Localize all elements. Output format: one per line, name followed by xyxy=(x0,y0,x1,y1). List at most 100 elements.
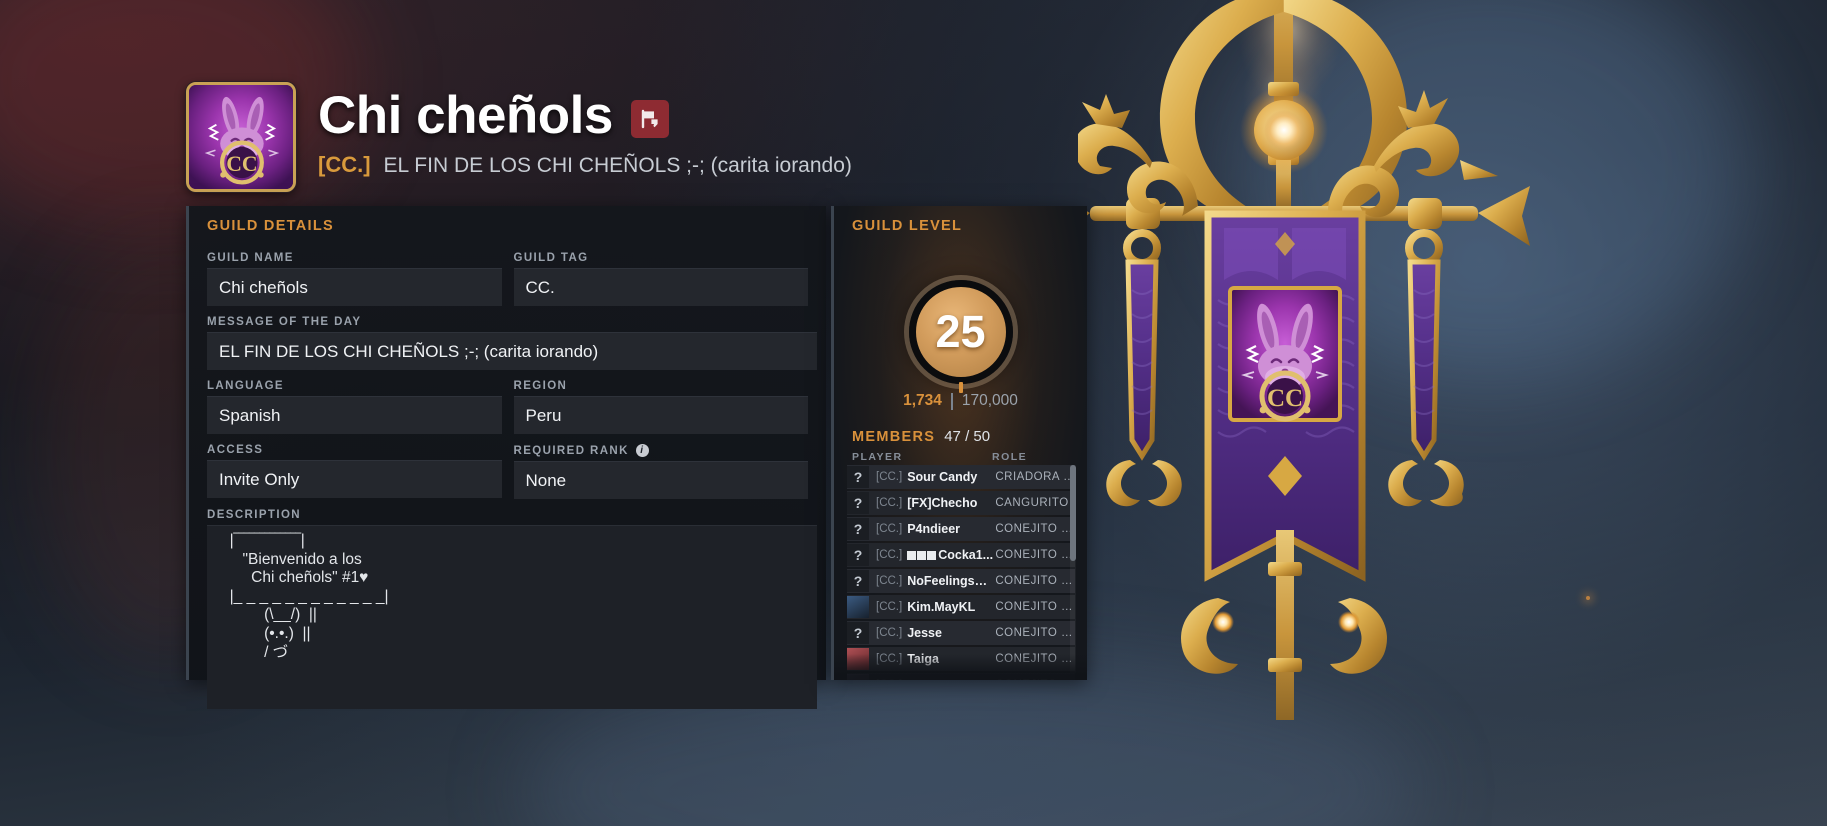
report-flag-icon xyxy=(641,109,658,129)
guild-name-input[interactable]: Chi cheñols xyxy=(207,268,502,306)
member-role: CONEJITO SUP... xyxy=(995,523,1075,535)
member-tag: [CC.] xyxy=(876,575,903,587)
field-message-of-the-day: MESSAGE OF THE DAY EL FIN DE LOS CHI CHE… xyxy=(207,316,817,370)
guild-level-number: 25 xyxy=(935,306,986,357)
report-flag-button[interactable] xyxy=(630,99,669,138)
guild-tag-input[interactable]: CC. xyxy=(513,268,808,306)
member-role: CONEJITO SUP... xyxy=(995,549,1075,561)
guild-tag-bracket: [CC.] xyxy=(318,151,371,177)
member-row[interactable]: ? [CC.] NoFeelingsNo...CONEJITO NA... xyxy=(847,569,1075,593)
required-rank-label-text: REQUIRED RANK xyxy=(513,444,629,457)
member-tag: [CC.] xyxy=(876,679,902,680)
member-tag: [CC.] xyxy=(876,653,903,665)
guild-details-panel: GUILD DETAILS GUILD NAME Chi cheñols GUI… xyxy=(186,206,826,709)
member-role: CONEJITO PAR... xyxy=(995,679,1075,680)
member-row[interactable]: ? [CC.] Cocka1...CONEJITO SUP... xyxy=(847,543,1075,567)
guild-emblem-bunny-cc[interactable]: CC xyxy=(186,82,296,192)
member-tag: [CC.] xyxy=(876,471,903,483)
ember-particle xyxy=(1586,596,1590,600)
guild-tag-label: GUILD TAG xyxy=(513,252,589,264)
member-role: CONEJITO PAR... xyxy=(995,627,1075,639)
members-title: MEMBERS xyxy=(852,429,936,445)
required-rank-label: REQUIRED RANK i xyxy=(514,444,809,457)
field-required-rank: REQUIRED RANK i None xyxy=(513,444,809,499)
player-avatar xyxy=(847,648,869,670)
member-tag: [CC.] xyxy=(876,497,903,509)
member-row[interactable]: [CC.] Kim.MayKL CONEJITO PAR... xyxy=(847,595,1075,619)
member-row[interactable]: ? [CC.] Sour Candy CRIADORA DE ... xyxy=(847,465,1075,489)
member-tag: [CC.] xyxy=(876,627,903,639)
member-name: OM3 xyxy=(907,678,995,680)
language-label: LANGUAGE xyxy=(207,380,285,392)
member-name: NoFeelingsNo... xyxy=(907,574,996,588)
member-name: Sour Candy xyxy=(907,470,978,484)
description-label: DESCRIPTION xyxy=(207,509,301,521)
guild-screen: CC CC Chi cheñols [CC.] EL FIN DE LOS CH… xyxy=(0,0,1827,826)
xp-separator xyxy=(950,392,953,410)
guild-banner-artwork: CC xyxy=(1042,0,1638,730)
member-name: Kim.MayKL xyxy=(907,600,976,614)
members-header: MEMBERS 47 / 50 xyxy=(834,428,1087,445)
member-row[interactable]: ? [CC.] Jesse CONEJITO PAR... xyxy=(847,621,1075,645)
unknown-avatar-icon: ? xyxy=(847,544,869,566)
guild-level-badge: 25 xyxy=(908,280,1013,384)
player-avatar xyxy=(847,674,869,680)
members-scrollbar-thumb[interactable] xyxy=(1070,465,1076,561)
region-select[interactable]: Peru xyxy=(513,396,808,434)
description-textarea[interactable]: |‾‾‾‾‾‾‾‾‾‾‾‾‾| "Bienvenido a los Chi ch… xyxy=(207,525,817,709)
unsupported-glyph-blocks xyxy=(907,551,937,561)
member-name: Cocka1... xyxy=(907,548,995,562)
guild-header: CC Chi cheñols [CC.] EL FIN DE LOS CHI C xyxy=(186,82,852,192)
unknown-avatar-icon: ? xyxy=(847,622,869,644)
required-rank-select[interactable]: None xyxy=(513,461,808,499)
member-row[interactable]: ? [CC.] P4ndieer CONEJITO SUP... xyxy=(847,517,1075,541)
xp-current: 1,734 xyxy=(903,392,942,409)
member-tag: [CC.] xyxy=(876,549,903,561)
field-guild-tag: GUILD TAG CC. xyxy=(513,252,808,306)
member-row[interactable]: [CC.] Taiga CONEJITO PAR... xyxy=(847,647,1075,671)
guild-level-title: GUILD LEVEL xyxy=(852,218,963,234)
guild-motd-header: EL FIN DE LOS CHI CHEÑOLS ;-; (carita io… xyxy=(383,153,852,177)
guild-title-block: Chi cheñols [CC.] EL FIN DE LOS CHI CHEÑ… xyxy=(318,82,852,178)
guild-level-members-panel: GUILD LEVEL 25 1,734 170,000 MEMBERS 47 … xyxy=(831,206,1087,680)
field-description: DESCRIPTION |‾‾‾‾‾‾‾‾‾‾‾‾‾| "Bienvenido … xyxy=(207,509,817,709)
xp-max: 170,000 xyxy=(961,392,1018,409)
page-title: Chi cheñols xyxy=(318,86,613,145)
member-role: CONEJITO PAR... xyxy=(995,601,1075,613)
member-row[interactable]: [CC.] OM3CONEJITO PAR... xyxy=(847,673,1075,680)
member-role: CONEJITO PAR... xyxy=(995,653,1075,665)
member-name: [FX]Checho xyxy=(907,496,978,510)
language-select[interactable]: Spanish xyxy=(207,396,502,434)
members-list[interactable]: ? [CC.] Sour Candy CRIADORA DE ...? [CC.] [FX… xyxy=(834,465,1087,680)
field-language: LANGUAGE Spanish xyxy=(207,380,502,434)
members-column-headers: PLAYER ROLE xyxy=(834,445,1087,465)
field-guild-name: GUILD NAME Chi cheñols xyxy=(207,252,502,306)
motd-label: MESSAGE OF THE DAY xyxy=(207,316,362,328)
member-tag: [CC.] xyxy=(876,601,903,613)
member-name: P4ndieer xyxy=(907,522,961,536)
access-select[interactable]: Invite Only xyxy=(207,460,502,498)
field-access: ACCESS Invite Only xyxy=(207,444,502,499)
svg-text:CC: CC xyxy=(1267,385,1303,412)
guild-name-label: GUILD NAME xyxy=(207,252,294,264)
svg-text:CC: CC xyxy=(226,152,257,176)
description-text: |‾‾‾‾‾‾‾‾‾‾‾‾‾| "Bienvenido a los Chi ch… xyxy=(229,532,389,661)
unknown-avatar-icon: ? xyxy=(847,570,869,592)
info-icon[interactable]: i xyxy=(635,444,649,457)
member-role: CONEJITO NA... xyxy=(995,575,1075,587)
motd-input[interactable]: EL FIN DE LOS CHI CHEÑOLS ;-; (carita io… xyxy=(207,332,817,370)
guild-level-widget: 25 1,734 170,000 xyxy=(834,234,1087,428)
member-role: CANGURITO xyxy=(995,497,1069,509)
member-row[interactable]: ? [CC.] [FX]Checho CANGURITO xyxy=(847,491,1075,515)
member-role: CRIADORA DE ... xyxy=(995,471,1075,483)
column-player: PLAYER xyxy=(852,451,903,463)
background-haze-blue xyxy=(1230,0,1750,380)
unknown-avatar-icon: ? xyxy=(847,466,869,488)
guild-details-title: GUILD DETAILS xyxy=(207,218,334,234)
member-name: Taiga xyxy=(907,652,939,666)
member-name: Jesse xyxy=(907,626,942,640)
region-label: REGION xyxy=(513,380,568,392)
player-avatar xyxy=(847,596,869,618)
field-region: REGION Peru xyxy=(513,380,808,434)
column-role: ROLE xyxy=(992,451,1028,463)
